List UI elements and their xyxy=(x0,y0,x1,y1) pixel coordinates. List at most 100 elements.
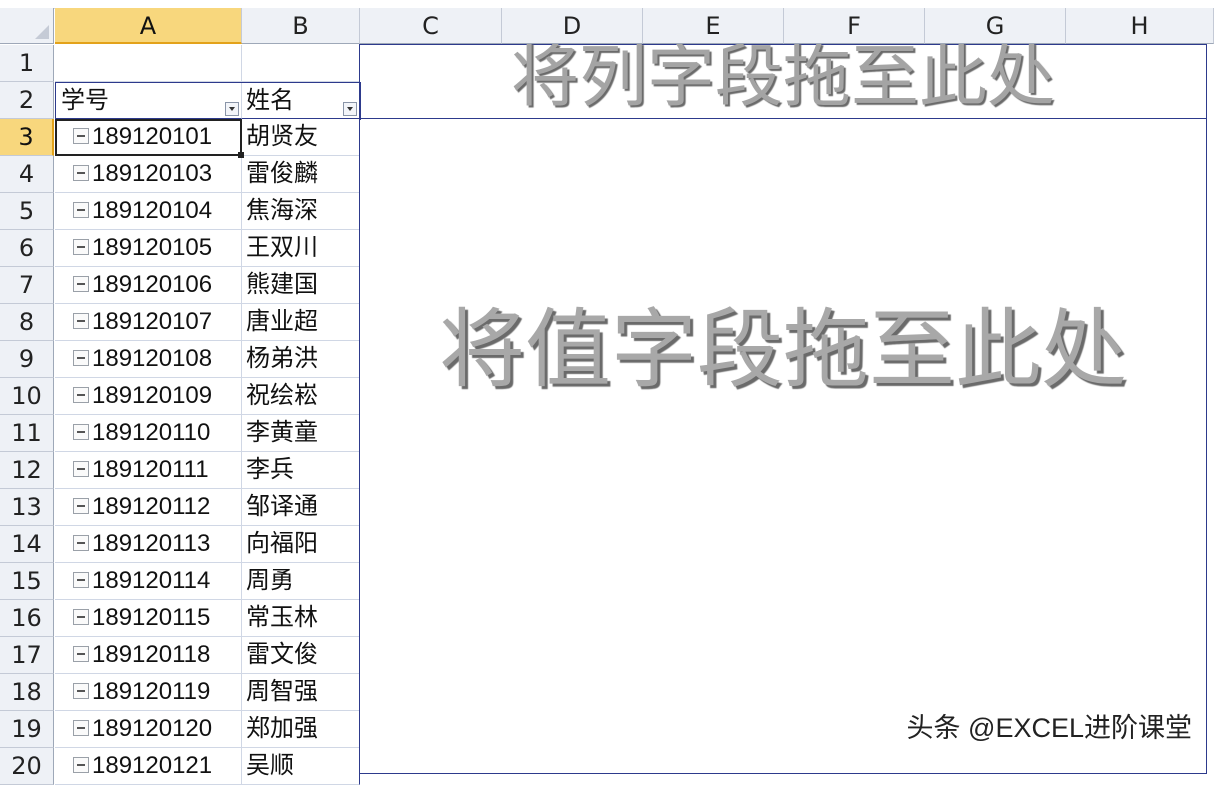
table-row-id-cell[interactable]: 189120120 xyxy=(55,711,242,748)
table-row-id-cell[interactable]: 189120103 xyxy=(55,156,242,193)
table-row-name-cell[interactable]: 周智强 xyxy=(242,674,360,711)
collapse-icon[interactable] xyxy=(73,312,89,329)
row-header-12[interactable]: 12 xyxy=(0,452,54,489)
collapse-icon[interactable] xyxy=(73,534,89,551)
table-row-id-cell[interactable]: 189120113 xyxy=(55,526,242,563)
collapse-icon[interactable] xyxy=(73,682,89,699)
table-row-name-cell[interactable]: 常玉林 xyxy=(242,600,360,637)
table-row-name-cell[interactable]: 焦海深 xyxy=(242,193,360,230)
select-all-corner[interactable] xyxy=(0,8,54,44)
spreadsheet: ABCDEFGH 1 2 3 4 5 6 7 8 9 10 11 12 13 14 15 16 17 18 19 20… xyxy=(0,0,1214,785)
corner-triangle-icon xyxy=(35,25,49,39)
table-row-id-cell[interactable]: 189120106 xyxy=(55,267,242,304)
table-row-id-cell[interactable]: 189120114 xyxy=(55,563,242,600)
student-id: 189120105 xyxy=(92,234,213,261)
collapse-icon[interactable] xyxy=(73,238,89,255)
table-row-name-cell[interactable]: 邹译通 xyxy=(242,489,360,526)
row-header-16[interactable]: 16 xyxy=(0,600,54,637)
collapse-icon[interactable] xyxy=(73,497,89,514)
table-row-name-cell[interactable]: 雷俊麟 xyxy=(242,156,360,193)
pivot-left-edge xyxy=(359,44,360,764)
column-header-d[interactable]: D xyxy=(502,8,643,44)
row-header-6[interactable]: 6 xyxy=(0,230,54,267)
table-row-name-cell[interactable]: 王双川 xyxy=(242,230,360,267)
column-header-b[interactable]: B xyxy=(242,8,360,44)
table-row-id-cell[interactable]: 189120118 xyxy=(55,637,242,674)
collapse-icon[interactable] xyxy=(73,460,89,477)
active-cell-border xyxy=(55,119,242,156)
row-header-7[interactable]: 7 xyxy=(0,267,54,304)
table-row-id-cell[interactable]: 189120119 xyxy=(55,674,242,711)
table-row-name-cell[interactable]: 吴顺 xyxy=(242,748,360,785)
table-row-name-cell[interactable]: 胡贤友 xyxy=(242,119,360,156)
row-header-1[interactable]: 1 xyxy=(0,45,54,82)
table-row-name-cell[interactable]: 祝绘崧 xyxy=(242,378,360,415)
row-header-5[interactable]: 5 xyxy=(0,193,54,230)
student-id: 189120104 xyxy=(92,197,213,224)
table-row-name-cell[interactable]: 郑加强 xyxy=(242,711,360,748)
student-id: 189120118 xyxy=(92,641,211,668)
table-row-name-cell[interactable]: 杨弟洪 xyxy=(242,341,360,378)
collapse-icon[interactable] xyxy=(73,423,89,440)
table-row-name-cell[interactable]: 熊建国 xyxy=(242,267,360,304)
drop-value-fields-area[interactable]: 将值字段拖至此处 xyxy=(360,300,1206,400)
collapse-icon[interactable] xyxy=(73,201,89,218)
row-header-15[interactable]: 15 xyxy=(0,563,54,600)
pivot-header-outline xyxy=(55,82,361,120)
row-header-3[interactable]: 3 xyxy=(0,119,54,156)
student-id: 189120103 xyxy=(92,160,213,187)
table-row-name-cell[interactable]: 周勇 xyxy=(242,563,360,600)
student-id: 189120114 xyxy=(92,567,211,594)
column-header-g[interactable]: G xyxy=(925,8,1066,44)
table-row-id-cell[interactable]: 189120112 xyxy=(55,489,242,526)
student-id: 189120110 xyxy=(92,419,211,446)
column-header-h[interactable]: H xyxy=(1066,8,1214,44)
collapse-icon[interactable] xyxy=(73,571,89,588)
row-header-11[interactable]: 11 xyxy=(0,415,54,452)
table-row-id-cell[interactable]: 189120108 xyxy=(55,341,242,378)
cell-a1[interactable] xyxy=(55,45,242,82)
collapse-icon[interactable] xyxy=(73,275,89,292)
table-row-id-cell[interactable]: 189120104 xyxy=(55,193,242,230)
table-row-name-cell[interactable]: 李兵 xyxy=(242,452,360,489)
column-header-c[interactable]: C xyxy=(360,8,502,44)
row-header-8[interactable]: 8 xyxy=(0,304,54,341)
row-header-19[interactable]: 19 xyxy=(0,711,54,748)
row-header-18[interactable]: 18 xyxy=(0,674,54,711)
table-row-id-cell[interactable]: 189120109 xyxy=(55,378,242,415)
collapse-icon[interactable] xyxy=(73,719,89,736)
collapse-icon[interactable] xyxy=(73,645,89,662)
row-header-20[interactable]: 20 xyxy=(0,748,54,785)
pivot-drop-area-outline xyxy=(359,44,1207,774)
table-row-id-cell[interactable]: 189120121 xyxy=(55,748,242,785)
column-header-e[interactable]: E xyxy=(643,8,784,44)
table-row-name-cell[interactable]: 唐业超 xyxy=(242,304,360,341)
row-header-2[interactable]: 2 xyxy=(0,82,54,119)
table-row-name-cell[interactable]: 向福阳 xyxy=(242,526,360,563)
table-row-name-cell[interactable]: 雷文俊 xyxy=(242,637,360,674)
fill-handle[interactable] xyxy=(238,152,244,158)
row-header-10[interactable]: 10 xyxy=(0,378,54,415)
student-id: 189120106 xyxy=(92,271,213,298)
table-row-id-cell[interactable]: 189120110 xyxy=(55,415,242,452)
table-row-id-cell[interactable]: 189120115 xyxy=(55,600,242,637)
collapse-icon[interactable] xyxy=(73,608,89,625)
table-row-id-cell[interactable]: 189120105 xyxy=(55,230,242,267)
drop-column-fields-area[interactable]: 将列字段拖至此处 xyxy=(360,44,1206,119)
table-row-id-cell[interactable]: 189120107 xyxy=(55,304,242,341)
watermark-text: 头条 @EXCEL进阶课堂 xyxy=(906,713,1192,743)
column-header-f[interactable]: F xyxy=(784,8,925,44)
collapse-icon[interactable] xyxy=(73,756,89,773)
table-row-id-cell[interactable]: 189120111 xyxy=(55,452,242,489)
table-row-name-cell[interactable]: 李黄童 xyxy=(242,415,360,452)
column-header-a[interactable]: A xyxy=(55,8,242,44)
row-header-13[interactable]: 13 xyxy=(0,489,54,526)
collapse-icon[interactable] xyxy=(73,386,89,403)
row-header-9[interactable]: 9 xyxy=(0,341,54,378)
row-header-14[interactable]: 14 xyxy=(0,526,54,563)
collapse-icon[interactable] xyxy=(73,349,89,366)
cell-b1[interactable] xyxy=(242,45,360,82)
collapse-icon[interactable] xyxy=(73,164,89,181)
row-header-17[interactable]: 17 xyxy=(0,637,54,674)
row-header-4[interactable]: 4 xyxy=(0,156,54,193)
